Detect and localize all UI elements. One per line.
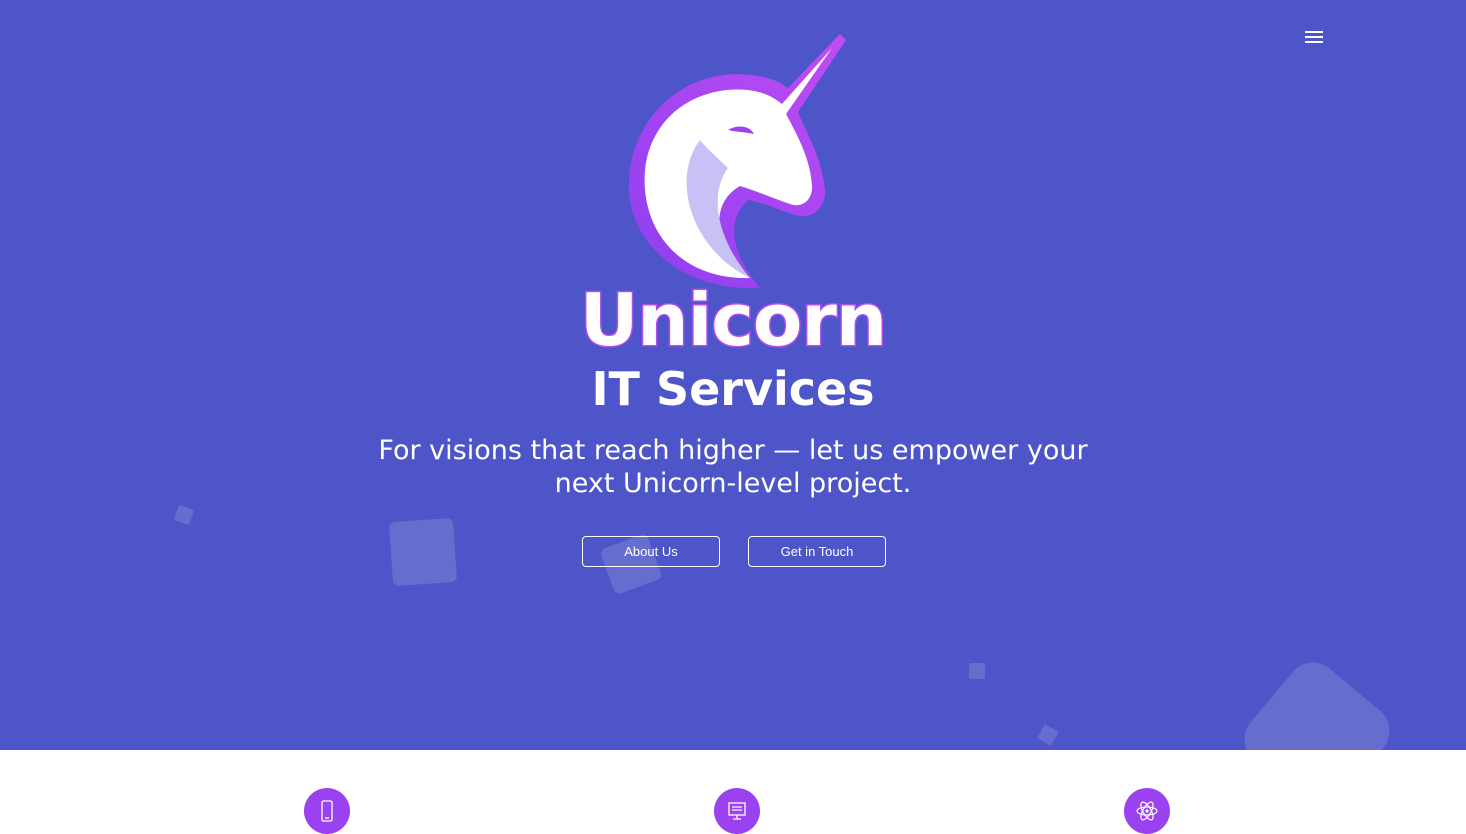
unicorn-logo-icon (628, 34, 846, 289)
decorative-square (1037, 724, 1059, 746)
brand-subtitle: IT Services (591, 362, 875, 416)
mobile-phone-icon (321, 800, 333, 822)
about-us-button[interactable]: About Us (582, 536, 720, 567)
hamburger-menu-icon (1305, 31, 1323, 33)
menu-button[interactable] (1298, 26, 1330, 50)
decorative-square (1233, 651, 1401, 750)
hero-tagline: For visions that reach higher — let us e… (350, 434, 1116, 500)
hamburger-menu-icon (1305, 41, 1323, 43)
service-mobile-button[interactable] (304, 788, 350, 834)
decorative-square (173, 504, 195, 526)
service-atom-button[interactable] (1124, 788, 1170, 834)
atom-icon (1136, 801, 1158, 821)
brand-title: Unicorn (578, 277, 888, 364)
hero-section: Unicorn IT Services For visions that rea… (0, 0, 1466, 750)
service-presentation-button[interactable] (714, 788, 760, 834)
hamburger-menu-icon (1305, 36, 1323, 38)
tagline-line-2: next Unicorn-level project. (554, 468, 912, 499)
decorative-square (388, 517, 458, 587)
decorative-square (969, 663, 985, 679)
tagline-line-1: For visions that reach higher — let us e… (378, 435, 1088, 466)
get-in-touch-button[interactable]: Get in Touch (748, 536, 886, 567)
presentation-board-icon (728, 802, 746, 820)
